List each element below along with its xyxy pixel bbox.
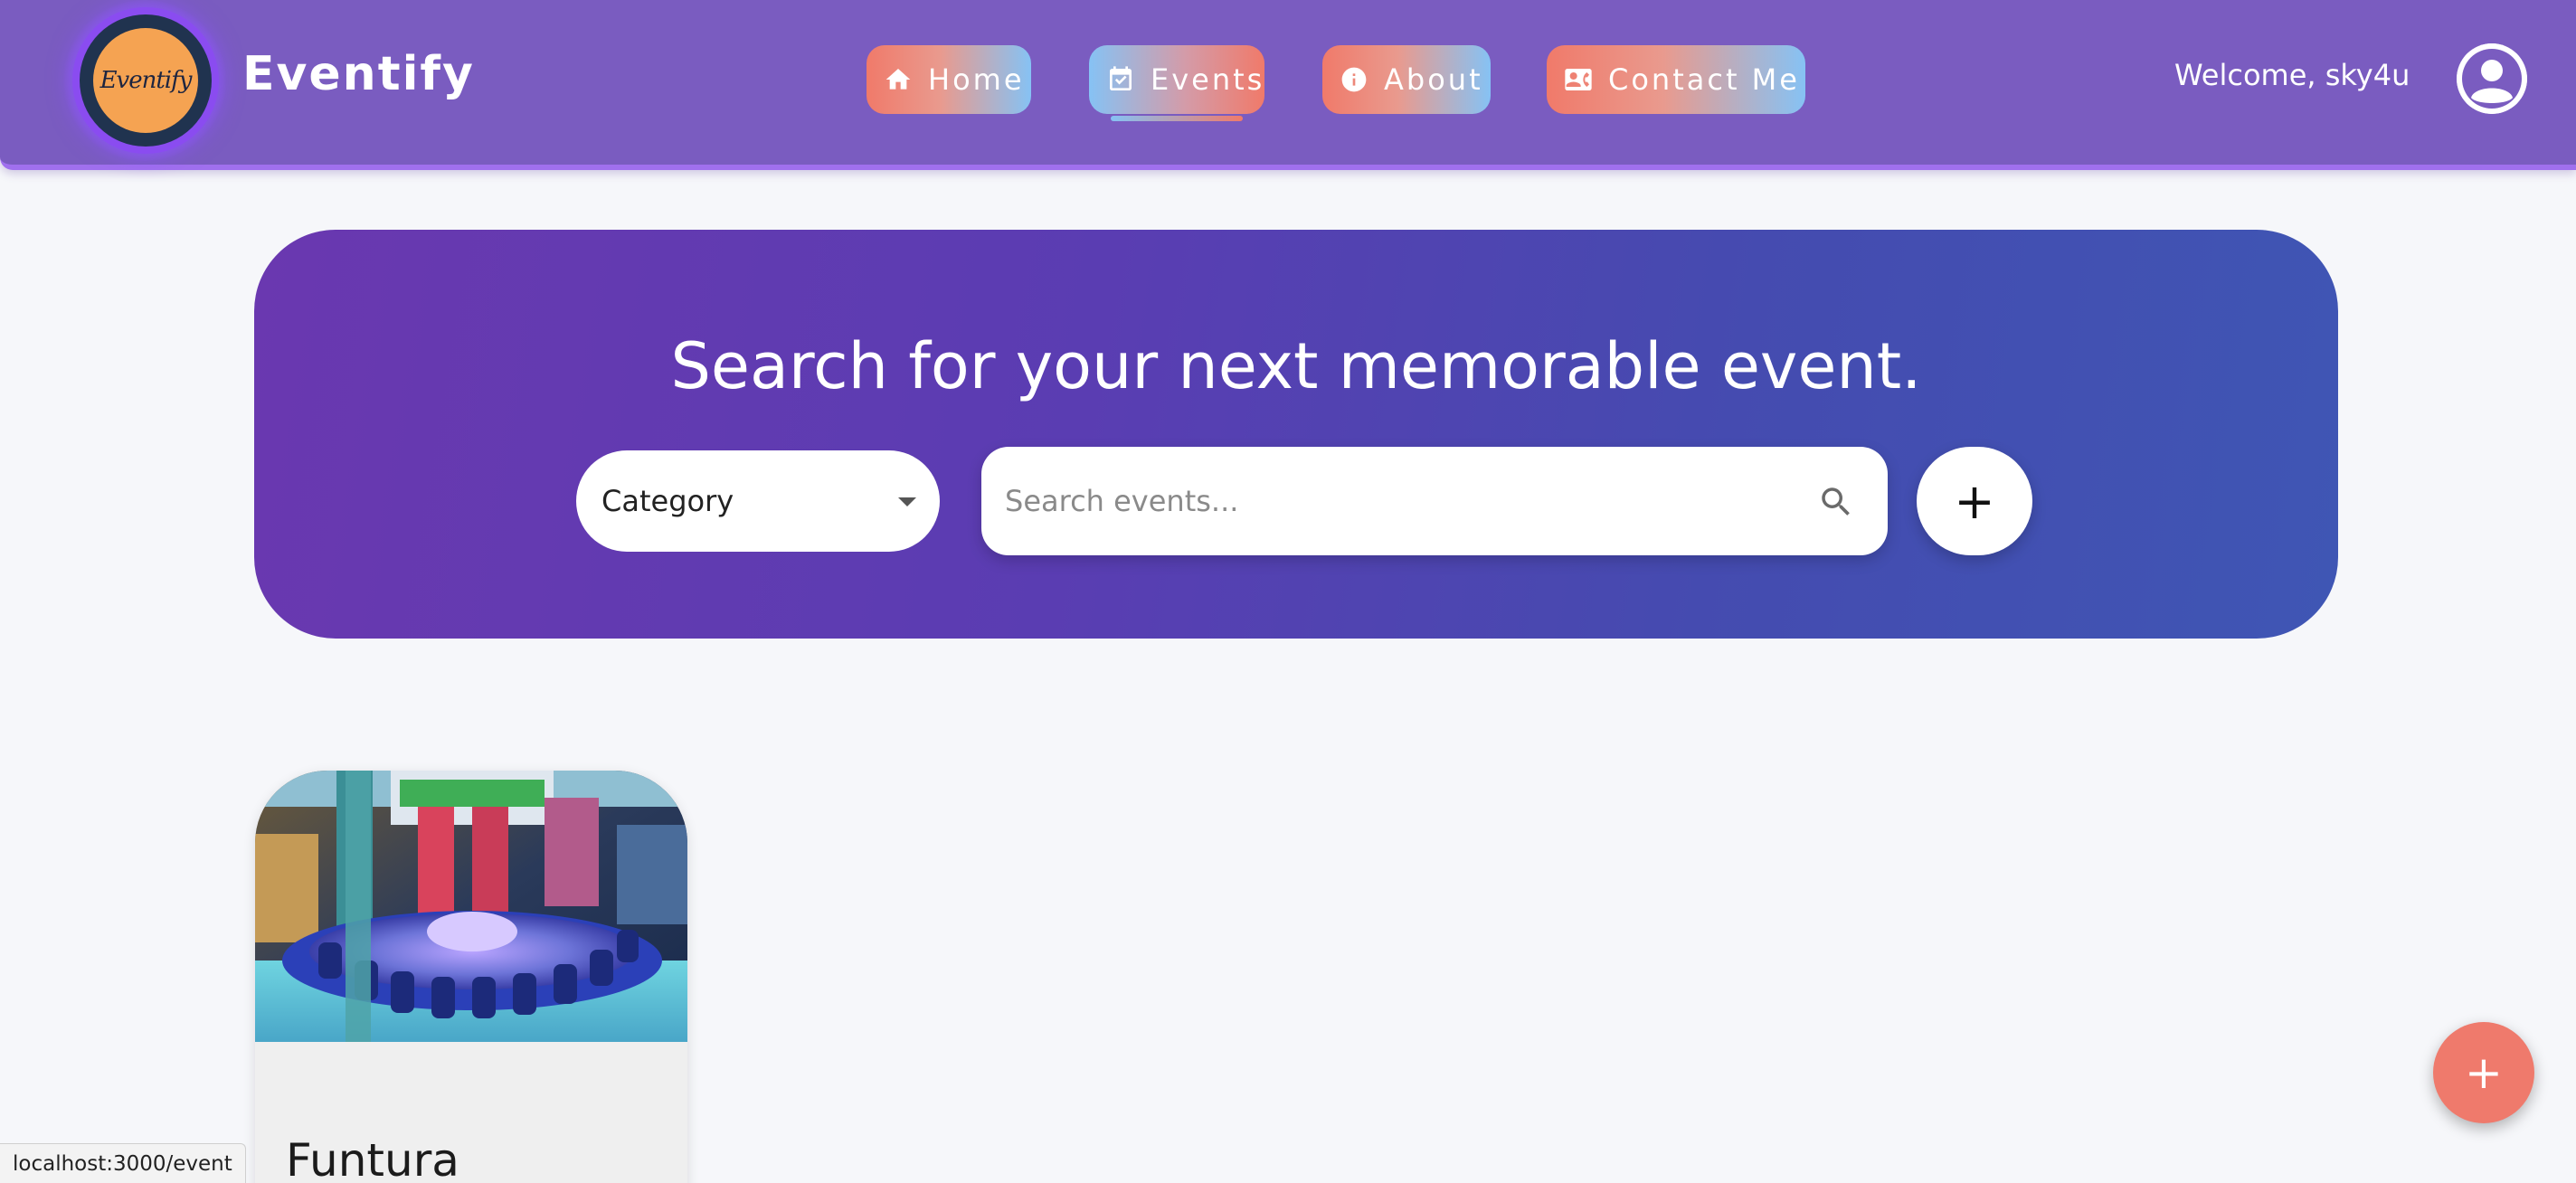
- search-box: [981, 447, 1888, 555]
- nav-about-button[interactable]: About: [1322, 45, 1491, 114]
- event-image: [255, 771, 687, 1042]
- welcome-text: Welcome, sky4u: [2174, 58, 2410, 92]
- nav-events-label: Events: [1151, 62, 1265, 97]
- brand-name[interactable]: Eventify: [242, 47, 475, 101]
- nav-home-button[interactable]: Home: [867, 45, 1031, 114]
- contact-card-icon: [1563, 64, 1594, 95]
- search-input[interactable]: [1005, 447, 1801, 555]
- fab-add-button[interactable]: +: [2433, 1022, 2534, 1123]
- info-icon: [1339, 64, 1369, 95]
- user-circle-icon[interactable]: [2457, 43, 2527, 114]
- logo[interactable]: Eventify: [72, 7, 219, 154]
- hero-title: Search for your next memorable event.: [670, 329, 1922, 403]
- category-label: Category: [601, 484, 734, 518]
- nav-about-label: About: [1384, 62, 1483, 97]
- nav-events-button[interactable]: Events: [1089, 45, 1264, 114]
- search-icon[interactable]: [1817, 483, 1855, 521]
- home-icon: [883, 64, 914, 95]
- nav-home-label: Home: [928, 62, 1025, 97]
- active-nav-indicator: [1111, 116, 1243, 121]
- top-navbar: Eventify Eventify Home Events About Cont…: [0, 0, 2576, 170]
- nav-contact-button[interactable]: Contact Me: [1547, 45, 1805, 114]
- status-url: localhost:3000/event: [0, 1143, 246, 1183]
- calendar-check-icon: [1105, 64, 1136, 95]
- nav-contact-label: Contact Me: [1608, 62, 1800, 97]
- add-event-button[interactable]: +: [1917, 447, 2032, 555]
- logo-text: Eventify: [93, 28, 198, 133]
- event-title: Funtura: [286, 1134, 459, 1183]
- chevron-down-icon: [898, 497, 916, 506]
- search-hero: Search for your next memorable event. Ca…: [254, 230, 2338, 639]
- event-card[interactable]: Funtura: [255, 771, 687, 1183]
- category-select[interactable]: Category: [576, 450, 940, 552]
